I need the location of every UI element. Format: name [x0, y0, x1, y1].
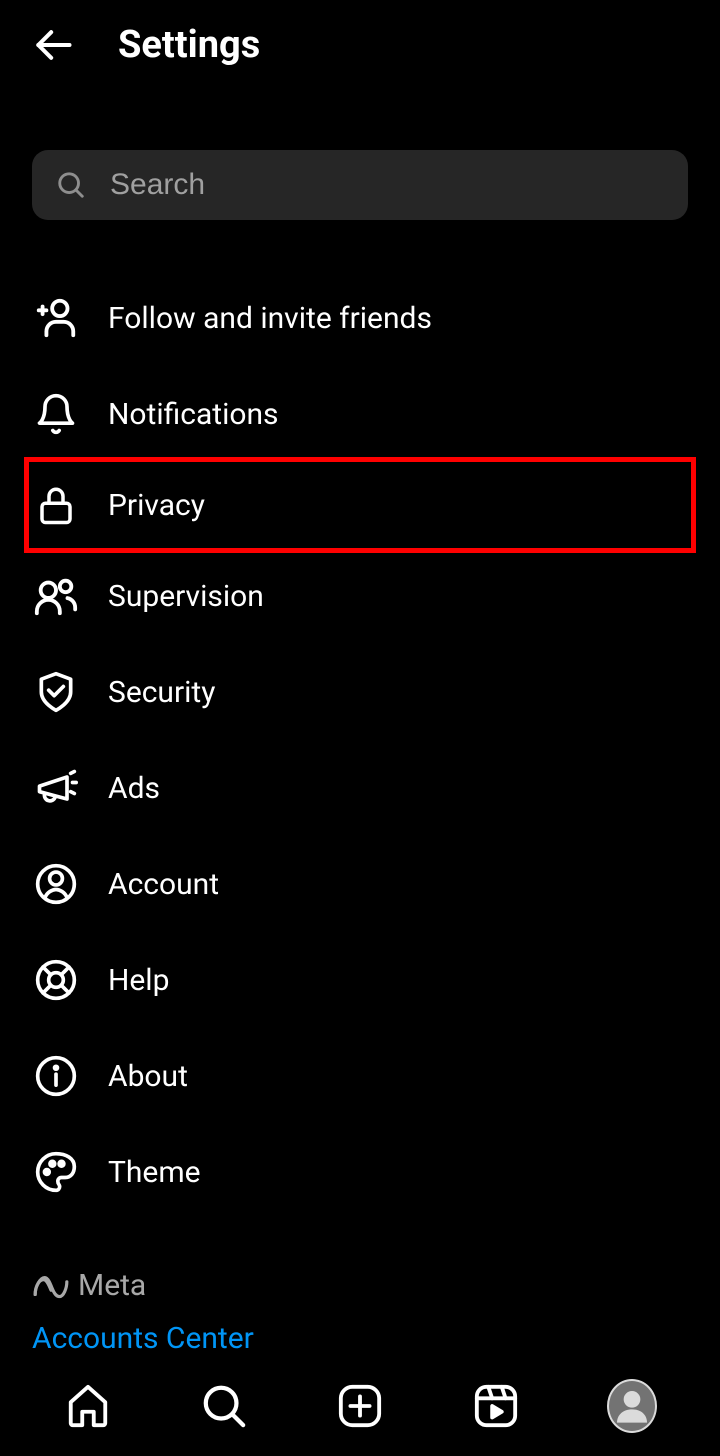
menu-item-security[interactable]: Security	[32, 644, 688, 740]
menu-item-account[interactable]: Account	[32, 836, 688, 932]
menu-label: Help	[108, 963, 169, 998]
meta-logo-icon	[32, 1272, 70, 1300]
people-icon	[32, 572, 80, 620]
avatar-icon	[607, 1379, 657, 1433]
menu-label: Theme	[108, 1155, 201, 1190]
menu-label: About	[108, 1059, 188, 1094]
reels-icon	[473, 1383, 519, 1429]
meta-brand: Meta	[32, 1268, 254, 1303]
bottom-nav	[0, 1356, 720, 1456]
nav-create[interactable]	[335, 1381, 385, 1431]
menu-label: Ads	[108, 771, 160, 806]
info-icon	[32, 1052, 80, 1100]
page-title: Settings	[118, 23, 260, 67]
menu-item-follow-invite[interactable]: Follow and invite friends	[32, 270, 688, 366]
search-icon	[201, 1383, 247, 1429]
menu-label: Account	[108, 867, 219, 902]
menu-label: Privacy	[108, 488, 205, 523]
menu-label: Notifications	[108, 397, 279, 432]
nav-search[interactable]	[199, 1381, 249, 1431]
lock-icon	[32, 481, 80, 529]
menu-item-privacy[interactable]: Privacy	[24, 457, 696, 553]
lifesaver-icon	[32, 956, 80, 1004]
add-user-icon	[32, 294, 80, 342]
megaphone-icon	[32, 764, 80, 812]
bell-icon	[32, 390, 80, 438]
menu-item-ads[interactable]: Ads	[32, 740, 688, 836]
search-input[interactable]	[110, 168, 664, 202]
search-icon	[56, 170, 86, 200]
nav-home[interactable]	[63, 1381, 113, 1431]
back-arrow-icon	[31, 23, 75, 67]
menu-label: Supervision	[108, 579, 264, 614]
meta-brand-text: Meta	[78, 1268, 146, 1303]
settings-menu: Follow and invite friends Notifications …	[0, 250, 720, 1220]
shield-icon	[32, 668, 80, 716]
menu-label: Follow and invite friends	[108, 301, 432, 336]
account-icon	[32, 860, 80, 908]
menu-item-supervision[interactable]: Supervision	[32, 548, 688, 644]
back-button[interactable]	[28, 20, 78, 70]
search-bar[interactable]	[32, 150, 688, 220]
menu-item-help[interactable]: Help	[32, 932, 688, 1028]
palette-icon	[32, 1148, 80, 1196]
header: Settings	[0, 0, 720, 90]
nav-profile[interactable]	[607, 1381, 657, 1431]
menu-item-about[interactable]: About	[32, 1028, 688, 1124]
home-icon	[65, 1383, 111, 1429]
plus-square-icon	[337, 1383, 383, 1429]
menu-label: Security	[108, 675, 215, 710]
footer-section: Meta Accounts Center	[32, 1268, 254, 1356]
menu-item-notifications[interactable]: Notifications	[32, 366, 688, 462]
nav-reels[interactable]	[471, 1381, 521, 1431]
accounts-center-link[interactable]: Accounts Center	[32, 1321, 254, 1356]
menu-item-theme[interactable]: Theme	[32, 1124, 688, 1220]
